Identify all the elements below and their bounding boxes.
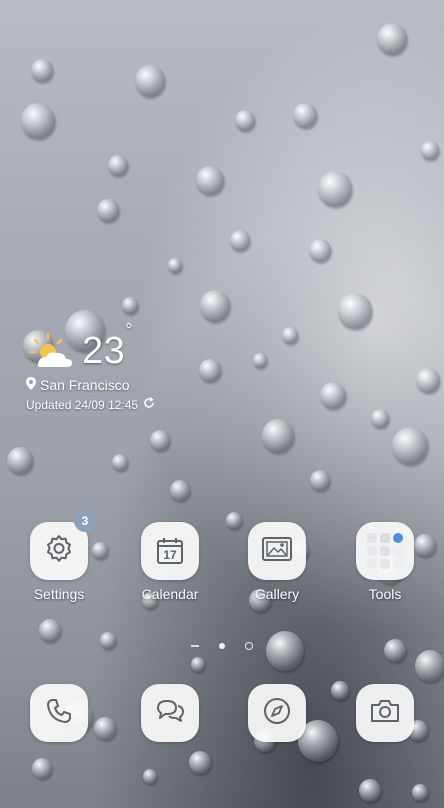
raindrop [39,619,61,643]
location-pin-icon [26,377,36,393]
raindrop [309,239,331,263]
raindrop [168,258,182,273]
settings-tile[interactable]: 3 [30,510,96,580]
app-calendar[interactable]: 17 Calendar [139,522,201,602]
temperature: 23° [82,320,133,372]
calendar-day: 17 [163,548,177,562]
weather-widget[interactable]: 23° San Francisco Updated 24/09 12:45 [26,320,155,412]
raindrop [94,717,116,741]
camera-tile[interactable] [356,684,414,742]
raindrop [143,769,157,784]
raindrop [235,110,255,131]
raindrop [371,409,389,428]
app-tools[interactable]: Tools [354,522,416,602]
raindrop [92,542,108,559]
raindrop [338,293,372,329]
raindrop [21,103,55,139]
gallery-tile[interactable] [248,522,306,580]
raindrop [262,419,294,453]
raindrop [253,353,267,368]
calendar-icon: 17 [155,536,185,566]
app-gallery[interactable]: Gallery [246,522,308,602]
raindrop [135,65,165,97]
updated-time: Updated 24/09 12:45 [26,397,155,412]
raindrop [421,141,439,160]
tools-folder-tile[interactable] [356,522,414,580]
raindrop [414,534,436,558]
gear-icon [43,533,75,570]
raindrop [112,454,128,471]
page-indicator [0,642,444,650]
dock-phone[interactable] [28,684,90,742]
raindrop [226,512,242,529]
messages-tile[interactable] [141,684,199,742]
raindrop [293,103,317,129]
raindrop [266,631,304,671]
raindrop [189,751,211,775]
app-label: Calendar [141,586,199,602]
raindrop [415,650,444,682]
raindrop [150,430,170,451]
phone-icon [45,697,73,730]
updated-label: Updated 24/09 12:45 [26,397,139,412]
raindrop [31,59,53,83]
raindrop [32,758,52,779]
dock-camera[interactable] [354,684,416,742]
raindrop [320,382,346,410]
raindrop [196,166,224,196]
dock-browser[interactable] [246,684,308,742]
app-settings[interactable]: 3 Settings [28,510,96,602]
partly-sunny-icon [26,332,78,372]
raindrop [170,480,190,501]
location: San Francisco [26,377,155,393]
phone-tile[interactable] [30,684,88,742]
raindrop [199,359,221,383]
image-icon [261,535,293,568]
messages-icon [154,697,186,730]
page-dot[interactable] [245,642,253,650]
raindrop [331,681,349,700]
raindrop [200,290,230,322]
raindrop [392,427,428,465]
notification-badge: 3 [74,510,96,532]
browser-tile[interactable] [248,684,306,742]
raindrop [318,171,352,207]
raindrop [310,470,330,491]
app-label: Gallery [254,586,300,602]
app-label: Settings [33,586,85,602]
location-label: San Francisco [40,377,130,393]
raindrop [97,199,119,223]
raindrop [377,23,407,55]
refresh-icon[interactable] [143,397,155,412]
dock-messages[interactable] [139,684,201,742]
raindrop [412,784,428,801]
raindrop [230,230,250,251]
raindrop [191,657,205,672]
folder-icon [367,533,403,569]
raindrop [108,155,128,176]
page-dot-active[interactable] [219,643,225,649]
calendar-tile[interactable]: 17 [141,522,199,580]
raindrop [122,297,138,314]
app-label: Tools [368,586,402,602]
raindrop [282,327,298,344]
raindrop [7,447,33,475]
raindrop [359,779,381,803]
raindrop [416,368,440,394]
home-page-dash[interactable] [191,645,199,647]
camera-icon [369,697,401,730]
compass-icon [262,696,292,731]
